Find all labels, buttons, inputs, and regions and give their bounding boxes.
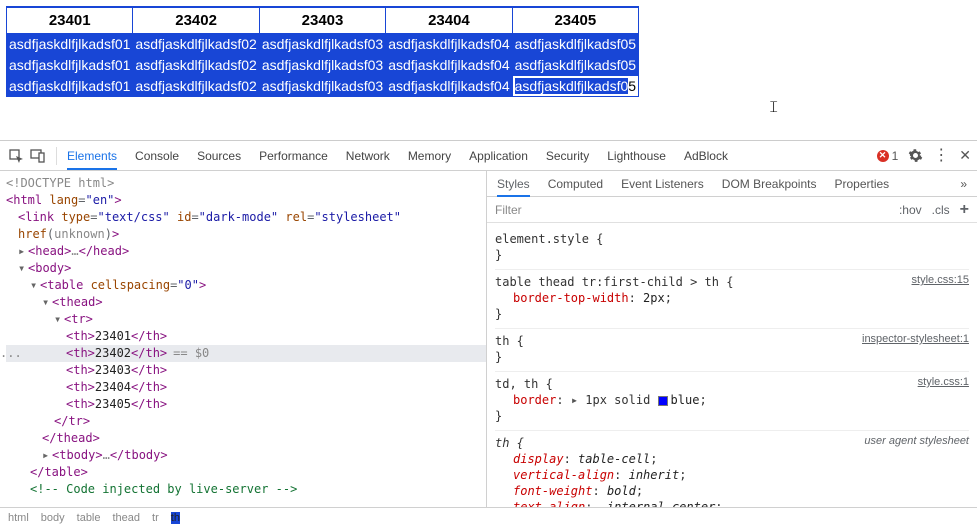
style-rule[interactable]: style.css:1 td, th { border: ▸ 1px solid… — [495, 372, 969, 431]
crumb-current[interactable]: th — [171, 512, 180, 524]
style-rules: element.style { } style.css:15 table the… — [487, 223, 977, 507]
styles-filter-bar: Filter :hov .cls + — [487, 197, 977, 223]
rendered-table: 23401 23402 23403 23404 23405 asdfjaskdl… — [6, 6, 639, 97]
elements-tree[interactable]: <!DOCTYPE html> <html lang="en"> <link t… — [0, 171, 487, 507]
rule-source-link[interactable]: style.css:15 — [912, 272, 969, 288]
cell: asdfjaskdlfjlkadsf05 — [512, 34, 638, 55]
th-4: 23404 — [386, 7, 512, 34]
table-row: asdfjaskdlfjlkadsf01 asdfjaskdlfjlkadsf0… — [7, 76, 639, 97]
styles-pane: Styles Computed Event Listeners DOM Brea… — [487, 171, 977, 507]
cell: asdfjaskdlfjlkadsf04 — [386, 34, 512, 55]
hov-toggle[interactable]: :hov — [899, 202, 922, 218]
cell: asdfjaskdlfjlkadsf01 — [7, 76, 133, 97]
page-content: 23401 23402 23403 23404 23405 asdfjaskdl… — [0, 0, 977, 140]
styles-tab-event-listeners[interactable]: Event Listeners — [621, 171, 704, 196]
devtools-tabs: Elements Console Sources Performance Net… — [67, 142, 877, 170]
cell: asdfjaskdlfjlkadsf04 — [386, 55, 512, 76]
dom-node[interactable]: <!DOCTYPE html> — [6, 175, 486, 192]
dom-node[interactable]: href(unknown)> — [6, 226, 486, 243]
rule-source-link[interactable]: inspector-stylesheet:1 — [862, 331, 969, 347]
th-1: 23401 — [7, 7, 133, 34]
cell: asdfjaskdlfjlkadsf01 — [7, 34, 133, 55]
cell: asdfjaskdlfjlkadsf02 — [133, 76, 259, 97]
devtools: Elements Console Sources Performance Net… — [0, 140, 977, 527]
dom-breadcrumb: html body table thead tr th — [0, 507, 977, 527]
dom-node[interactable]: ▾<thead> — [6, 294, 486, 311]
cell: asdfjaskdlfjlkadsf03 — [259, 76, 385, 97]
styles-tab-computed[interactable]: Computed — [548, 171, 603, 196]
viewport: 23401 23402 23403 23404 23405 asdfjaskdl… — [0, 0, 977, 527]
cell-partial-select: asdfjaskdlfjlkadsf05 — [512, 76, 638, 97]
crumb[interactable]: body — [41, 512, 65, 524]
table-header-row: 23401 23402 23403 23404 23405 — [7, 7, 639, 34]
table-row: asdfjaskdlfjlkadsf01 asdfjaskdlfjlkadsf0… — [7, 55, 639, 76]
dom-comment[interactable]: <!-- Code injected by live-server --> — [6, 481, 486, 498]
tab-lighthouse[interactable]: Lighthouse — [607, 142, 666, 170]
tab-security[interactable]: Security — [546, 142, 589, 170]
style-rule[interactable]: style.css:15 table thead tr:first-child … — [495, 270, 969, 329]
text-cursor-icon: 𝙸 — [768, 99, 779, 117]
rule-source-link[interactable]: style.css:1 — [918, 374, 969, 390]
styles-filter-input[interactable]: Filter — [495, 202, 889, 218]
tab-network[interactable]: Network — [346, 142, 390, 170]
add-rule-icon[interactable]: + — [960, 202, 969, 218]
tab-memory[interactable]: Memory — [408, 142, 451, 170]
dom-node[interactable]: </table> — [6, 464, 486, 481]
style-rule[interactable]: element.style { } — [495, 227, 969, 270]
cell: asdfjaskdlfjlkadsf03 — [259, 34, 385, 55]
dom-node[interactable]: ▾<table cellspacing="0"> — [6, 277, 486, 294]
device-toolbar-icon[interactable] — [28, 146, 48, 166]
dom-node[interactable]: ▸<head>…</head> — [6, 243, 486, 260]
dom-node[interactable]: </thead> — [6, 430, 486, 447]
close-icon[interactable]: ✕ — [959, 147, 971, 164]
cell: asdfjaskdlfjlkadsf04 — [386, 76, 512, 97]
tab-performance[interactable]: Performance — [259, 142, 328, 170]
dom-node[interactable]: <th>23401</th> — [6, 328, 486, 345]
devtools-toolbar: Elements Console Sources Performance Net… — [0, 141, 977, 171]
crumb[interactable]: tr — [152, 512, 159, 524]
tab-console[interactable]: Console — [135, 142, 179, 170]
dom-node[interactable]: <html lang="en"> — [6, 192, 486, 209]
tab-sources[interactable]: Sources — [197, 142, 241, 170]
dom-node[interactable]: <th>23404</th> — [6, 379, 486, 396]
style-rule[interactable]: inspector-stylesheet:1 th { } — [495, 329, 969, 372]
dom-node-selected[interactable]: <th>23402</th>== $0 — [6, 345, 486, 362]
tab-elements[interactable]: Elements — [67, 142, 117, 170]
cls-toggle[interactable]: .cls — [932, 202, 950, 218]
cell: asdfjaskdlfjlkadsf05 — [512, 55, 638, 76]
dom-node[interactable]: ▸<tbody>…</tbody> — [6, 447, 486, 464]
cell: asdfjaskdlfjlkadsf02 — [133, 34, 259, 55]
chevron-right-icon[interactable]: » — [960, 176, 967, 192]
th-2: 23402 — [133, 7, 259, 34]
dom-node[interactable]: <link type="text/css" id="dark-mode" rel… — [6, 209, 486, 226]
cell: asdfjaskdlfjlkadsf03 — [259, 55, 385, 76]
error-counter[interactable]: ✕1 — [877, 149, 899, 163]
crumb[interactable]: table — [77, 512, 101, 524]
styles-tab-properties[interactable]: Properties — [834, 171, 889, 196]
crumb[interactable]: html — [8, 512, 29, 524]
style-rule-ua[interactable]: user agent stylesheet th { display: tabl… — [495, 431, 969, 507]
styles-tabs: Styles Computed Event Listeners DOM Brea… — [487, 171, 977, 197]
dom-node[interactable]: <th>23403</th> — [6, 362, 486, 379]
crumb[interactable]: thead — [113, 512, 141, 524]
th-3: 23403 — [259, 7, 385, 34]
dom-node[interactable]: ▾<tr> — [6, 311, 486, 328]
inspect-element-icon[interactable] — [6, 146, 26, 166]
cell: asdfjaskdlfjlkadsf01 — [7, 55, 133, 76]
dom-node[interactable]: </tr> — [6, 413, 486, 430]
styles-tab-styles[interactable]: Styles — [497, 171, 530, 197]
tab-adblock[interactable]: AdBlock — [684, 142, 728, 170]
table-row: asdfjaskdlfjlkadsf01 asdfjaskdlfjlkadsf0… — [7, 34, 639, 55]
cell: asdfjaskdlfjlkadsf02 — [133, 55, 259, 76]
color-swatch-icon[interactable] — [658, 396, 668, 406]
dom-node[interactable]: <th>23405</th> — [6, 396, 486, 413]
rule-source-ua: user agent stylesheet — [864, 433, 969, 449]
gear-icon[interactable] — [908, 148, 923, 163]
th-5: 23405 — [512, 7, 638, 34]
styles-tab-dom-breakpoints[interactable]: DOM Breakpoints — [722, 171, 817, 196]
tab-application[interactable]: Application — [469, 142, 528, 170]
dom-node[interactable]: ▾<body> — [6, 260, 486, 277]
kebab-menu-icon[interactable]: ⋮ — [933, 150, 949, 162]
